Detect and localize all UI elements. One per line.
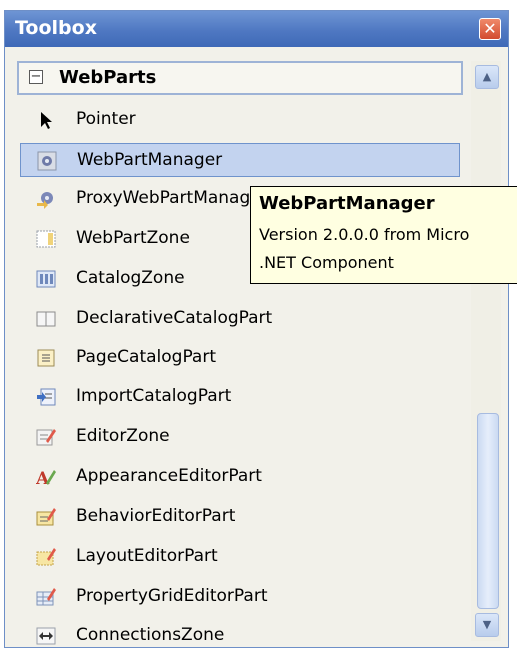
scroll-down-button[interactable]: ▼ bbox=[475, 613, 499, 637]
import-catalog-part-icon bbox=[37, 388, 56, 406]
item-label: BehaviorEditorPart bbox=[76, 506, 236, 526]
item-label: WebPartZone bbox=[76, 228, 190, 248]
category-label: WebParts bbox=[59, 67, 157, 88]
vertical-scrollbar[interactable]: ▲ ▼ bbox=[471, 61, 501, 641]
connections-zone-icon bbox=[36, 627, 56, 645]
pointer-icon bbox=[41, 112, 52, 129]
item-label: CatalogZone bbox=[76, 268, 185, 288]
toolbox-item-pagecatalogpart[interactable]: PageCatalogPart bbox=[20, 341, 460, 375]
toolbox-item-connectionszone[interactable]: ConnectionsZone bbox=[20, 619, 460, 653]
appearance-editor-part-icon: A bbox=[36, 469, 56, 487]
item-label: PropertyGridEditorPart bbox=[76, 586, 268, 606]
item-label: ConnectionsZone bbox=[76, 625, 225, 645]
item-label: Pointer bbox=[76, 109, 136, 129]
toolbox-item-layouteditorpart[interactable]: LayoutEditorPart bbox=[20, 540, 460, 574]
collapse-icon[interactable]: − bbox=[29, 70, 43, 84]
webpart-manager-icon bbox=[37, 151, 57, 171]
close-button[interactable]: ✕ bbox=[479, 18, 501, 40]
item-label: ProxyWebPartManager bbox=[76, 188, 268, 208]
scroll-up-button[interactable]: ▲ bbox=[475, 65, 499, 89]
tooltip-title: WebPartManager bbox=[259, 193, 435, 214]
page-catalog-part-icon bbox=[37, 349, 55, 367]
tooltip-type: .NET Component bbox=[259, 253, 394, 272]
tooltip: WebPartManager Version 2.0.0.0 from Micr… bbox=[250, 186, 517, 284]
toolbox-item-appearanceeditorpart[interactable]: A AppearanceEditorPart bbox=[20, 460, 460, 494]
item-label: DeclarativeCatalogPart bbox=[76, 308, 273, 328]
toolbox-item-declarativecatalogpart[interactable]: DeclarativeCatalogPart bbox=[20, 302, 460, 336]
tooltip-version: Version 2.0.0.0 from Micro bbox=[259, 225, 470, 244]
property-grid-editor-part-icon bbox=[36, 588, 56, 606]
declarative-catalog-part-icon bbox=[36, 311, 56, 327]
webpart-zone-icon bbox=[36, 230, 56, 248]
toolbox-item-behavioreditorpart[interactable]: BehaviorEditorPart bbox=[20, 500, 460, 534]
item-label: WebPartManager bbox=[77, 150, 223, 170]
title-bar[interactable]: Toolbox ✕ bbox=[5, 11, 508, 47]
item-label: ImportCatalogPart bbox=[76, 386, 232, 406]
toolbox-item-importcatalogpart[interactable]: ImportCatalogPart bbox=[20, 380, 460, 414]
item-label: EditorZone bbox=[76, 426, 170, 446]
toolbox-item-propertygrideditorpart[interactable]: PropertyGridEditorPart bbox=[20, 580, 460, 614]
behavior-editor-part-icon bbox=[36, 508, 56, 526]
item-label: PageCatalogPart bbox=[76, 347, 217, 367]
toolbox-item-pointer[interactable]: Pointer bbox=[20, 103, 460, 137]
layout-editor-part-icon bbox=[36, 548, 56, 566]
window-title: Toolbox bbox=[15, 17, 97, 39]
toolbox-item-editorzone[interactable]: EditorZone bbox=[20, 420, 460, 454]
toolbox-window: Toolbox ✕ − WebParts Pointer WebPartMana… bbox=[4, 10, 509, 648]
toolbox-item-webpartmanager[interactable]: WebPartManager bbox=[20, 143, 460, 177]
item-label: LayoutEditorPart bbox=[76, 546, 218, 566]
item-label: AppearanceEditorPart bbox=[76, 466, 262, 486]
category-webparts[interactable]: − WebParts bbox=[17, 61, 463, 95]
catalog-zone-icon bbox=[36, 270, 56, 288]
proxy-webpart-manager-icon bbox=[37, 192, 53, 209]
editor-zone-icon bbox=[36, 429, 56, 446]
scroll-thumb[interactable] bbox=[477, 413, 499, 609]
